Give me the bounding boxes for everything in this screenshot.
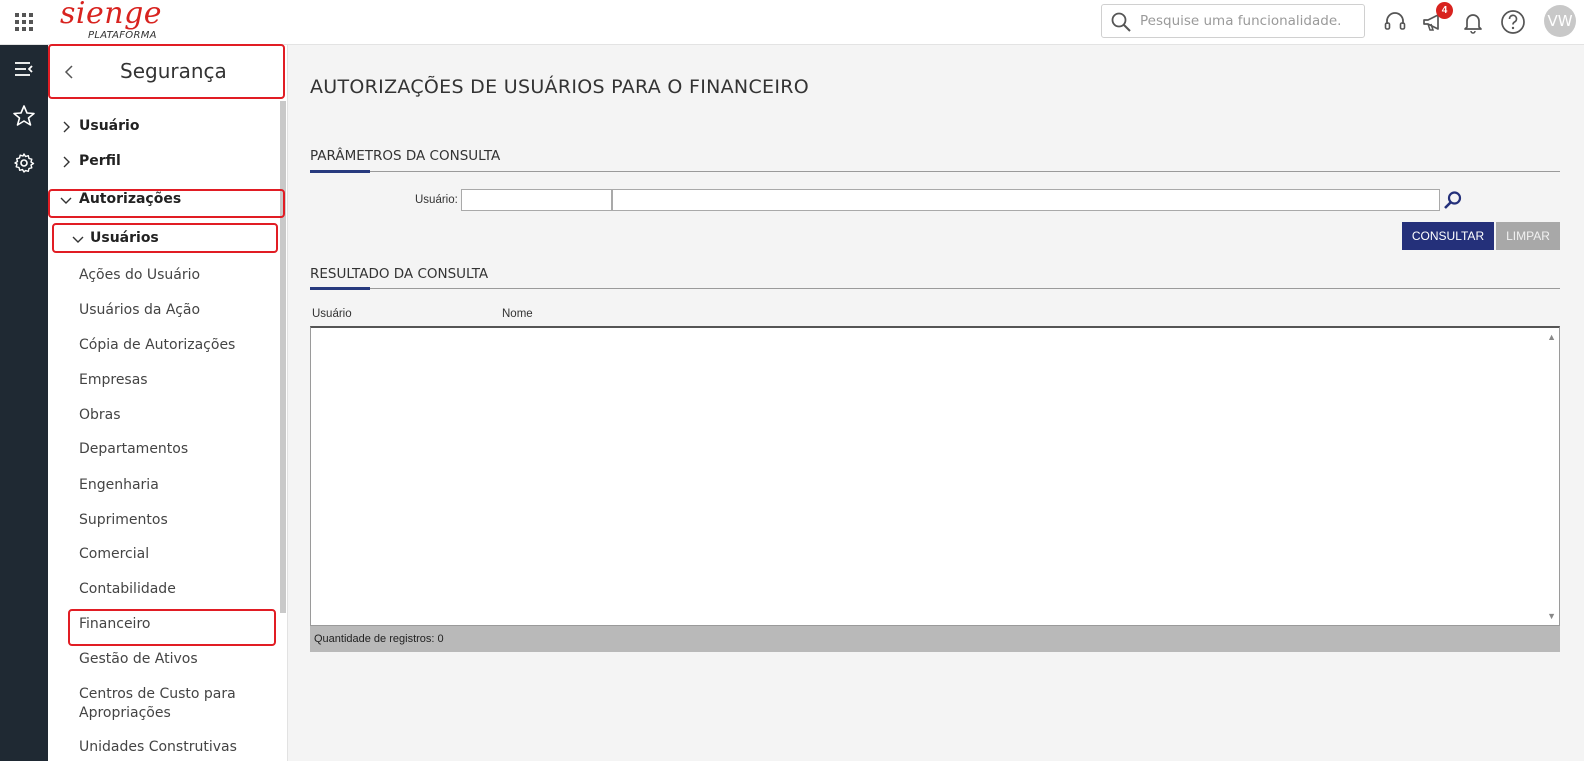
top-bar: sienge PLATAFORMA 4 VW xyxy=(0,0,1584,45)
star-icon[interactable] xyxy=(12,104,36,128)
chevron-right-icon xyxy=(63,121,70,133)
functionality-search[interactable] xyxy=(1101,4,1365,38)
params-section-title: PARÂMETROS DA CONSULTA xyxy=(310,148,501,164)
record-count: Quantidade de registros: 0 xyxy=(310,626,1560,652)
menu-item-unidades-construtivas[interactable]: Unidades Construtivas xyxy=(48,739,278,759)
avatar[interactable]: VW xyxy=(1544,5,1576,37)
usuario-code-input[interactable] xyxy=(461,189,612,211)
apps-grid-icon[interactable] xyxy=(15,13,33,31)
search-icon xyxy=(1111,12,1131,32)
column-header-usuario[interactable]: Usuário xyxy=(312,308,352,320)
menu-item-centros-de-custo[interactable]: Centros de Custo para Apropriações xyxy=(48,686,278,726)
logo-subtitle: PLATAFORMA xyxy=(88,30,157,41)
menu-item-copia-de-autorizacoes[interactable]: Cópia de Autorizações xyxy=(48,337,278,357)
menu-item-perfil[interactable]: Perfil xyxy=(48,153,278,173)
menu-item-usuarios-da-acao[interactable]: Usuários da Ação xyxy=(48,302,278,322)
menu-item-gestao-de-ativos[interactable]: Gestão de Ativos xyxy=(48,651,278,671)
usuario-label: Usuário: xyxy=(415,194,458,206)
column-header-nome[interactable]: Nome xyxy=(502,308,533,320)
highlight-box xyxy=(68,609,276,646)
highlight-box xyxy=(48,44,285,99)
help-icon[interactable] xyxy=(1500,9,1526,35)
menu-item-departamentos[interactable]: Departamentos xyxy=(48,441,278,461)
scroll-up-arrow[interactable]: ▲ xyxy=(1547,332,1556,342)
menu-item-acoes-do-usuario[interactable]: Ações do Usuário xyxy=(48,267,278,287)
scroll-down-arrow[interactable]: ▼ xyxy=(1547,611,1556,621)
search-input[interactable] xyxy=(1140,10,1355,32)
search-icon[interactable] xyxy=(1442,189,1464,211)
side-menu-scrollbar[interactable] xyxy=(280,101,286,613)
section-accent xyxy=(310,287,370,290)
menu-item-contabilidade[interactable]: Contabilidade xyxy=(48,581,278,601)
menu-item-obras[interactable]: Obras xyxy=(48,407,278,427)
notification-badge: 4 xyxy=(1436,2,1453,19)
divider xyxy=(310,288,1560,289)
menu-item-usuario[interactable]: Usuário xyxy=(48,118,278,138)
divider xyxy=(310,171,1560,172)
menu-item-empresas[interactable]: Empresas xyxy=(48,372,278,392)
results-section-title: RESULTADO DA CONSULTA xyxy=(310,266,489,282)
limpar-button[interactable]: LIMPAR xyxy=(1496,222,1560,250)
side-menu: Segurança Usuário Perfil Autorizações Us… xyxy=(48,45,288,761)
left-rail xyxy=(0,45,48,761)
highlight-box xyxy=(52,223,278,253)
main-content: AUTORIZAÇÕES DE USUÁRIOS PARA O FINANCEI… xyxy=(289,45,1584,761)
menu-item-comercial[interactable]: Comercial xyxy=(48,546,278,566)
menu-item-suprimentos[interactable]: Suprimentos xyxy=(48,512,278,532)
highlight-box xyxy=(48,189,285,218)
sienge-logo[interactable]: sienge PLATAFORMA xyxy=(60,0,170,44)
logo-wordmark: sienge xyxy=(60,0,163,31)
usuario-name-input[interactable] xyxy=(612,189,1440,211)
section-accent xyxy=(310,170,370,173)
menu-item-engenharia[interactable]: Engenharia xyxy=(48,477,278,497)
headset-icon[interactable] xyxy=(1382,9,1408,35)
menu-collapse-icon[interactable] xyxy=(12,57,36,81)
results-grid[interactable]: ▲ ▼ xyxy=(310,326,1560,626)
consultar-button[interactable]: CONSULTAR xyxy=(1402,222,1494,250)
chevron-right-icon xyxy=(63,156,70,168)
bell-icon[interactable] xyxy=(1460,9,1486,35)
page-title: AUTORIZAÇÕES DE USUÁRIOS PARA O FINANCEI… xyxy=(310,76,809,98)
gear-icon[interactable] xyxy=(12,151,36,175)
